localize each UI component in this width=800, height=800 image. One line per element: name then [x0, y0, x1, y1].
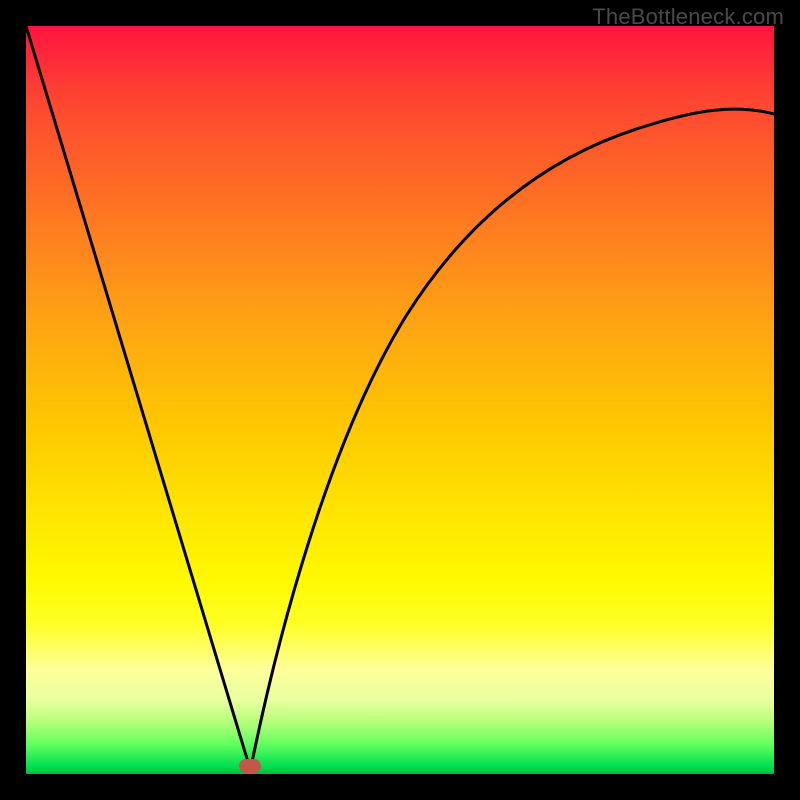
- minimum-marker: [239, 759, 261, 773]
- curve-svg: [26, 26, 774, 774]
- curve-right-branch: [252, 109, 774, 762]
- chart-frame: TheBottleneck.com: [0, 0, 800, 800]
- watermark-text: TheBottleneck.com: [592, 4, 784, 30]
- plot-area: [26, 26, 774, 774]
- curve-left-branch: [26, 26, 248, 762]
